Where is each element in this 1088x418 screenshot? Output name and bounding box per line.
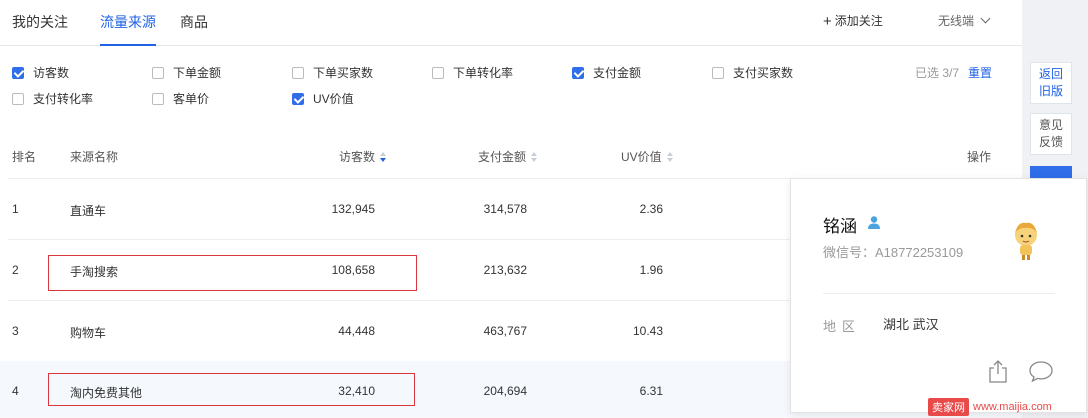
watermark-badge: 卖家网 [928,398,969,416]
checkbox[interactable] [292,66,304,79]
cell-visitors: 44,448 [338,324,375,338]
checkbox[interactable] [12,66,24,79]
profile-card: 铭涵 微信号：A18772253109 地区 湖北 武汉 [790,178,1087,413]
metric-uv-value[interactable]: UV价值 [292,90,354,107]
metric-label: 支付金额 [593,66,642,80]
metric-pay-conversion[interactable]: 支付转化率 [12,90,93,107]
avatar[interactable] [998,211,1054,267]
profile-divider [823,293,1055,294]
cell-source: 直通车 [70,204,107,218]
cell-uv: 10.43 [632,324,663,338]
side-btn-line: 返回 [1038,67,1063,81]
sort-icon[interactable] [666,152,675,162]
cell-rank: 1 [12,202,19,216]
sort-icon[interactable] [531,152,539,162]
metric-order-buyers[interactable]: 下单买家数 [292,64,373,81]
watermark: 卖家网 www.maijia.com [928,398,1052,416]
checkbox[interactable] [572,66,584,79]
add-follow-label: 添加关注 [834,14,883,28]
metric-order-conversion[interactable]: 下单转化率 [432,64,513,81]
watermark-url: www.maijia.com [973,401,1052,413]
header-rank: 排名 [12,150,37,164]
chevron-down-icon [980,13,991,24]
checkbox[interactable] [292,92,304,105]
header-pay-label: 支付金额 [478,150,527,164]
device-dropdown[interactable]: 无线端 [938,12,991,29]
header-uv-label: UV价值 [621,150,662,164]
header-action: 操作 [967,150,992,164]
checkbox[interactable] [152,66,164,79]
highlight-box [48,255,417,291]
header-uv[interactable]: UV价值 [621,148,675,165]
region-label: 地区 [823,319,862,334]
checkbox[interactable] [12,92,24,105]
metric-pay-amount[interactable]: 支付金额 [572,64,641,81]
metric-avg-order[interactable]: 客单价 [152,90,209,107]
header-visitors-label: 访客数 [339,150,376,164]
metric-label: UV价值 [313,92,354,106]
cell-pay: 463,767 [483,324,527,338]
cell-pay: 314,578 [483,202,527,216]
cell-rank: 2 [12,263,19,277]
region-value: 湖北 武汉 [883,317,939,332]
side-btn-line: 意见 [1038,118,1063,132]
header-visitors[interactable]: 访客数 [339,148,388,165]
wechat-id: 微信号：A18772253109 [823,245,964,260]
side-btn-line: 旧版 [1038,84,1063,98]
plus-icon: + [823,13,832,30]
checkbox[interactable] [152,92,164,105]
metric-order-amount[interactable]: 下单金额 [152,64,221,81]
metric-label: 下单金额 [173,66,222,80]
active-tab-indicator [100,44,156,46]
highlight-box [48,373,415,406]
side-btn-line: 反馈 [1038,135,1063,149]
tab-products[interactable]: 商品 [180,12,208,32]
header-pay[interactable]: 支付金额 [478,148,539,165]
metric-label: 支付买家数 [733,66,794,80]
metric-label: 客单价 [173,92,210,106]
feedback-button[interactable]: 意见 反馈 [1030,113,1072,155]
cell-rank: 3 [12,324,19,338]
tab-traffic-source[interactable]: 流量来源 [100,12,156,32]
checkbox[interactable] [432,66,444,79]
person-icon [868,216,880,229]
cell-source: 购物车 [70,326,107,340]
cell-pay: 213,632 [483,263,527,277]
metric-label: 支付转化率 [33,92,94,106]
metric-label: 下单转化率 [453,66,514,80]
reset-button[interactable]: 重置 [968,64,992,81]
cell-uv: 1.96 [639,263,663,277]
cell-pay: 204,694 [483,384,527,398]
cell-rank: 4 [12,384,19,398]
cell-uv: 2.36 [639,202,663,216]
profile-name: 铭涵 [823,217,857,236]
chat-icon[interactable] [1028,360,1054,382]
side-blue-button[interactable] [1030,166,1072,178]
device-dropdown-value: 无线端 [938,14,975,28]
metric-label: 访客数 [33,66,70,80]
tab-bar: 我的关注 流量来源 商品 + 添加关注 无线端 [0,0,1022,46]
tab-my-follow[interactable]: 我的关注 [12,12,68,32]
metric-pay-buyers[interactable]: 支付买家数 [712,64,793,81]
metric-visitors[interactable]: 访客数 [12,64,69,81]
share-icon[interactable] [988,359,1008,383]
selected-count: 已选 3/7 [915,66,960,80]
metric-label: 下单买家数 [313,66,374,80]
sort-icon[interactable] [380,152,388,162]
avatar-image [1015,222,1037,260]
cell-uv: 6.31 [639,384,663,398]
add-follow-button[interactable]: + 添加关注 [823,12,883,30]
header-source: 来源名称 [70,150,119,164]
checkbox[interactable] [712,66,724,79]
back-to-old-version-button[interactable]: 返回 旧版 [1030,62,1072,104]
cell-visitors: 132,945 [331,202,375,216]
